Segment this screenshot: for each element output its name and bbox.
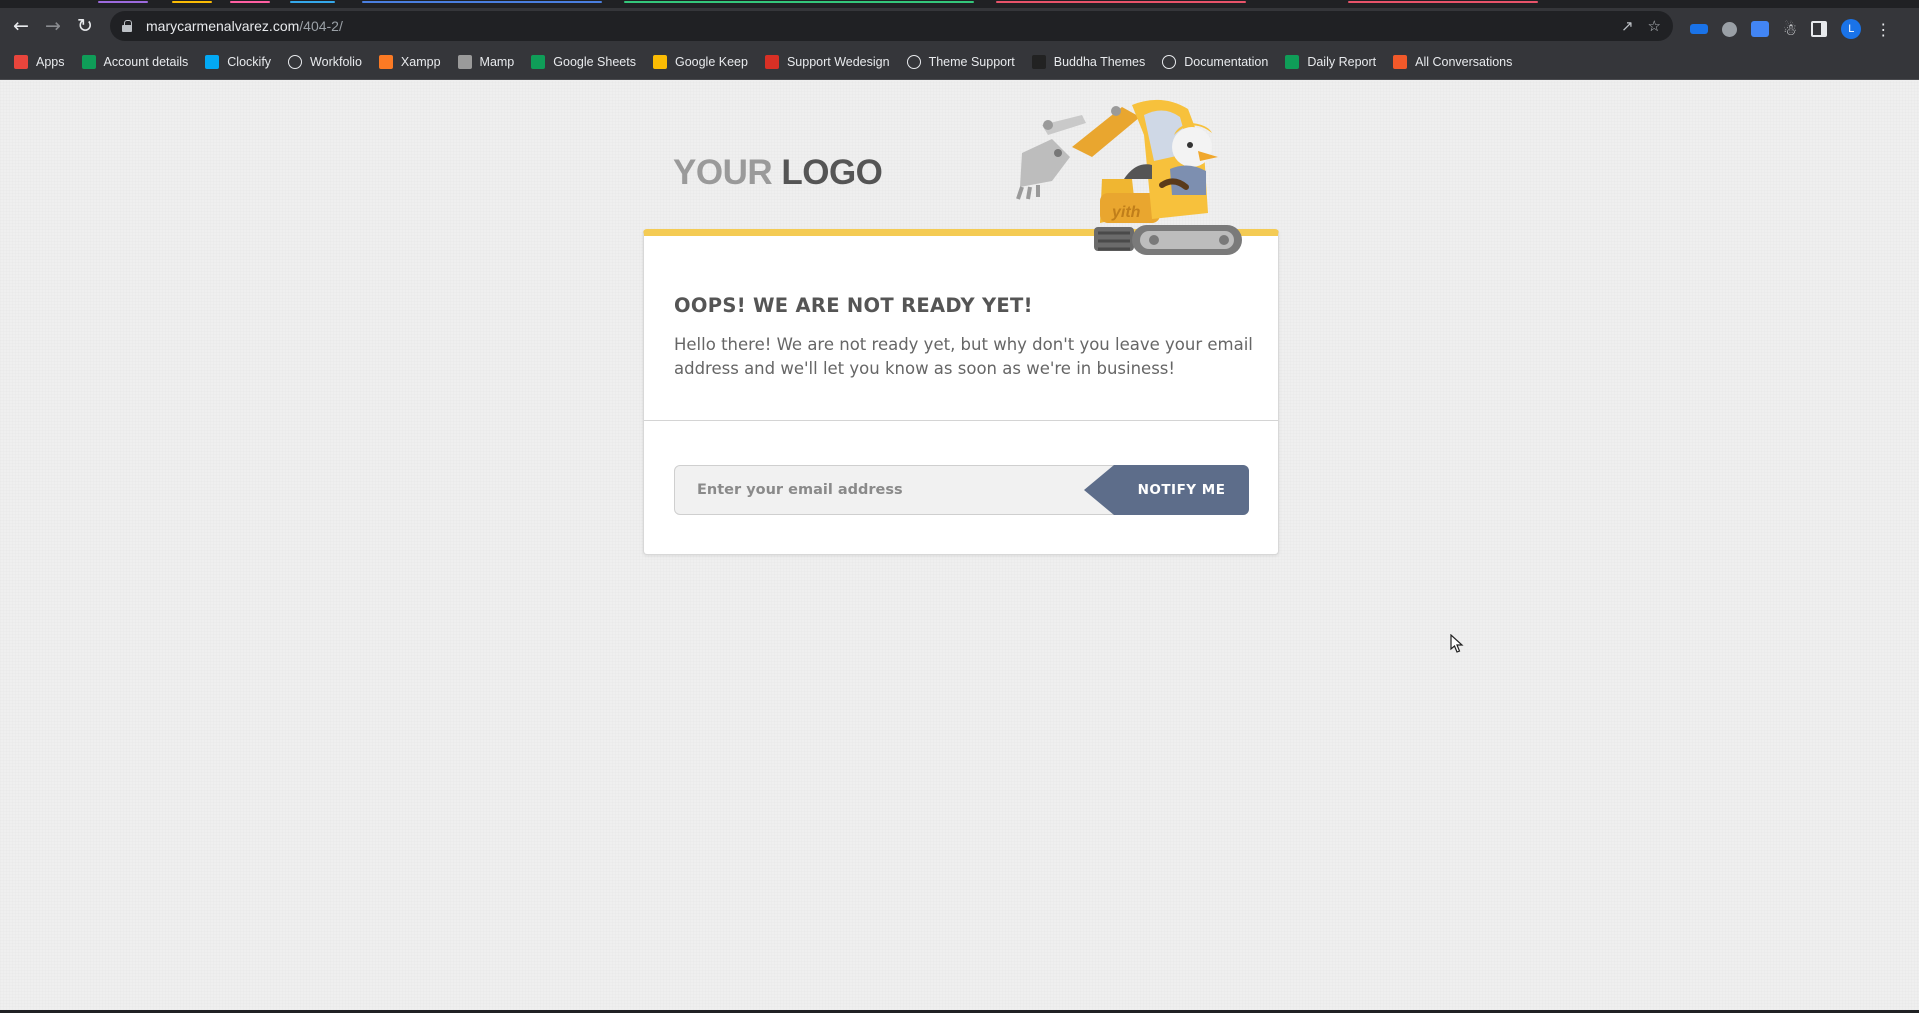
bookmark-google-sheets[interactable]: Google Sheets	[531, 54, 636, 69]
buddha-icon	[1031, 54, 1046, 69]
bookmark-account-details[interactable]: Account details	[81, 54, 189, 69]
mamp-icon	[457, 54, 472, 69]
bookmarks-bar: Apps Account details Clockify Workfolio Xamp…	[0, 44, 1919, 80]
excavator-mascot-illustration: yith	[1016, 99, 1242, 255]
bookmark-workfolio[interactable]: Workfolio	[288, 54, 362, 69]
bookmark-daily-report[interactable]: Daily Report	[1285, 54, 1377, 69]
bookmark-label: Clockify	[227, 54, 272, 69]
logo-word-dark: LOGO	[781, 153, 883, 192]
xampp-icon	[378, 54, 393, 69]
sheets-icon	[531, 54, 546, 69]
bookmark-label: Mamp	[479, 54, 515, 69]
mouse-cursor-icon	[1450, 634, 1464, 653]
side-panel-icon[interactable]	[1811, 21, 1828, 37]
reload-icon[interactable]: ↻	[70, 11, 100, 41]
bookmark-google-keep[interactable]: Google Keep	[652, 54, 748, 69]
bookmark-star-icon[interactable]: ☆	[1648, 17, 1661, 35]
globe-icon	[1162, 54, 1177, 69]
bookmark-support-wedesign[interactable]: Support Wedesign	[764, 54, 890, 69]
logo-word-light: YOUR	[673, 153, 773, 192]
bookmark-label: Account details	[103, 54, 189, 69]
tab-indicator	[172, 1, 212, 3]
back-arrow-icon[interactable]: ←	[6, 11, 36, 41]
bookmark-mamp[interactable]: Mamp	[457, 54, 515, 69]
tab-indicator	[98, 1, 148, 3]
bookmark-label: Theme Support	[928, 54, 1015, 69]
more-menu-icon[interactable]: ⋮	[1875, 20, 1891, 39]
conversations-icon	[1393, 54, 1408, 69]
mascot-brand-text: yith	[1111, 204, 1141, 221]
puzzle-extensions-icon[interactable]: ☃	[1783, 20, 1797, 39]
tab-indicator	[624, 1, 974, 3]
bookmark-xampp[interactable]: Xampp	[378, 54, 441, 69]
site-logo[interactable]: YOUR LOGO	[673, 153, 883, 193]
sheets-icon	[81, 54, 96, 69]
extension-icon[interactable]	[1690, 24, 1708, 34]
bookmark-label: Xampp	[400, 54, 441, 69]
notify-me-button[interactable]: NOTIFY ME	[1084, 465, 1249, 515]
bookmark-label: Google Sheets	[553, 54, 636, 69]
wedesign-icon	[764, 54, 779, 69]
bookmark-label: Daily Report	[1307, 54, 1377, 69]
bookmark-label: Buddha Themes	[1053, 54, 1146, 69]
url-text: marycarmenalvarez.com/404-2/	[146, 18, 343, 34]
profile-avatar[interactable]: L	[1841, 19, 1862, 39]
extensions-area: ☃ L ⋮	[1690, 19, 1891, 39]
tab-indicator	[1348, 1, 1538, 3]
bookmark-label: All Conversations	[1415, 54, 1513, 69]
page-content: YOUR LOGO OOPS! WE ARE NOT READY YET! He…	[0, 81, 1919, 1013]
bookmark-apps[interactable]: Apps	[14, 54, 65, 69]
tab-indicator	[362, 1, 602, 3]
newsletter-form: NOTIFY ME	[674, 465, 1249, 515]
bookmark-label: Workfolio	[310, 54, 362, 69]
tab-indicator	[230, 1, 270, 3]
bookmark-buddha-themes[interactable]: Buddha Themes	[1031, 54, 1146, 69]
wordpress-icon	[906, 54, 921, 69]
bookmark-clockify[interactable]: Clockify	[205, 54, 272, 69]
bookmark-label: Google Keep	[674, 54, 748, 69]
tab-indicator	[996, 1, 1246, 3]
clockify-icon	[205, 54, 220, 69]
address-bar[interactable]: marycarmenalvarez.com/404-2/ ↗ ☆	[110, 11, 1673, 41]
keep-icon	[652, 54, 667, 69]
card-heading: OOPS! WE ARE NOT READY YET!	[674, 294, 1033, 317]
apps-grid-icon	[14, 54, 28, 69]
bookmark-all-conversations[interactable]: All Conversations	[1393, 54, 1513, 69]
forward-arrow-icon[interactable]: →	[38, 11, 68, 41]
url-path: /404-2/	[299, 18, 343, 34]
url-host: marycarmenalvarez.com	[146, 18, 300, 34]
lock-icon[interactable]	[122, 20, 132, 32]
bookmark-label: Support Wedesign	[786, 54, 890, 69]
bookmark-documentation[interactable]: Documentation	[1162, 54, 1269, 69]
card-divider	[644, 420, 1278, 421]
tab-indicator	[290, 1, 335, 3]
sheets-icon	[1285, 54, 1300, 69]
share-icon[interactable]: ↗	[1621, 17, 1634, 35]
bookmark-label: Apps	[36, 54, 65, 69]
coming-soon-card: OOPS! WE ARE NOT READY YET! Hello there!…	[643, 229, 1279, 555]
camera-extension-icon[interactable]	[1722, 21, 1737, 37]
bookmark-label: Documentation	[1184, 54, 1269, 69]
tab-strip	[0, 0, 1919, 8]
workfolio-icon	[288, 54, 303, 69]
browser-toolbar: ← → ↻ marycarmenalvarez.com/404-2/ ↗ ☆ ☃…	[0, 8, 1919, 44]
bookmark-theme-support[interactable]: Theme Support	[906, 54, 1015, 69]
translate-extension-icon[interactable]	[1751, 21, 1769, 37]
card-message: Hello there! We are not ready yet, but w…	[674, 335, 1253, 378]
